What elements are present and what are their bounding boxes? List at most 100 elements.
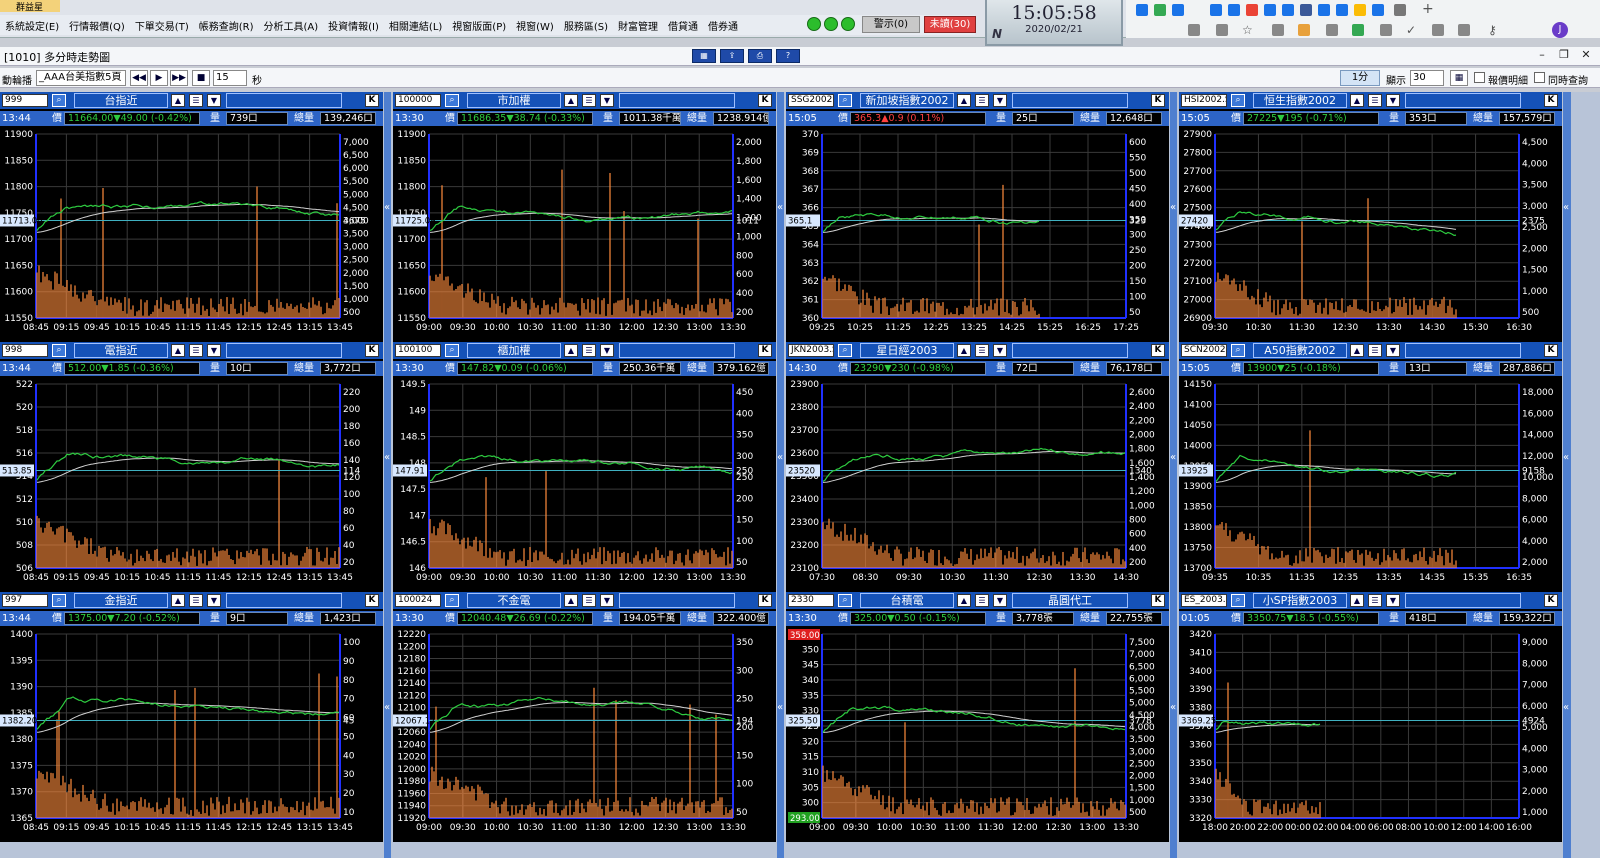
menu-item[interactable]: 財富管理 [613, 18, 663, 33]
up-icon[interactable]: ▲ [1350, 94, 1364, 107]
up-icon[interactable]: ▲ [564, 344, 578, 357]
ext-icon[interactable] [1354, 4, 1366, 16]
list-icon[interactable]: ☰ [189, 94, 203, 107]
collapse-left-icon[interactable]: « [384, 202, 390, 213]
collapse-left-icon[interactable]: « [1563, 452, 1569, 463]
symbol-code-select[interactable]: SCN2002.S [1181, 344, 1227, 357]
up-icon[interactable]: ▲ [564, 94, 578, 107]
symbol-code-select[interactable]: 997 [2, 594, 48, 607]
collapse-left-icon[interactable]: « [1170, 452, 1176, 463]
search-icon[interactable]: ⌕ [1231, 344, 1245, 357]
dropdown-icon[interactable]: ▼ [993, 594, 1007, 607]
list-icon[interactable]: ☰ [975, 94, 989, 107]
dropdown-icon[interactable]: ▼ [600, 594, 614, 607]
ext-icon[interactable] [1246, 4, 1258, 16]
next-icon[interactable]: ▶▶ [170, 70, 188, 86]
key-icon[interactable]: ⚷ [1488, 24, 1500, 36]
menu-item[interactable]: 視窗版面(P) [447, 18, 511, 33]
collapse-left-icon[interactable]: « [1563, 702, 1569, 713]
panel-splitter[interactable]: « « « [1563, 92, 1571, 858]
list-icon[interactable]: ☰ [975, 594, 989, 607]
collapse-left-icon[interactable]: « [777, 702, 783, 713]
close-icon[interactable]: ✕ [1576, 48, 1596, 63]
ext-icon[interactable] [1136, 4, 1148, 16]
list-icon[interactable]: ☰ [1368, 94, 1382, 107]
check-icon[interactable]: ✓ [1406, 24, 1418, 36]
panel-splitter[interactable]: « « « [777, 92, 784, 858]
up-icon[interactable]: ▲ [564, 594, 578, 607]
ext-icon[interactable] [1380, 24, 1392, 36]
collapse-left-icon[interactable]: « [1563, 202, 1569, 213]
ext-icon[interactable] [1228, 4, 1240, 16]
new-tab-icon[interactable]: + [1422, 2, 1434, 16]
dropdown-icon[interactable]: ▼ [1386, 94, 1400, 107]
search-icon[interactable]: ⌕ [838, 94, 852, 107]
ext-icon[interactable] [1298, 24, 1310, 36]
ext-icon[interactable] [1282, 4, 1294, 16]
ext-icon[interactable] [1352, 24, 1364, 36]
k-line-button[interactable]: K [758, 594, 772, 607]
menu-item[interactable]: 投資情報(I) [323, 18, 384, 33]
collapse-left-icon[interactable]: « [384, 702, 390, 713]
k-line-button[interactable]: K [758, 344, 772, 357]
up-icon[interactable]: ▲ [171, 94, 185, 107]
help-icon[interactable]: ? [776, 49, 800, 63]
profile-avatar[interactable]: J [1552, 22, 1568, 38]
stop-icon[interactable]: ■ [192, 70, 210, 86]
alerts-button[interactable]: 警示(0) [862, 16, 920, 33]
menu-item[interactable]: 視窗(W) [511, 18, 559, 33]
prev-icon[interactable]: ▶ [150, 70, 168, 86]
k-line-button[interactable]: K [1151, 344, 1165, 357]
k-line-button[interactable]: K [365, 594, 379, 607]
symbol-code-select[interactable]: 2330 [788, 594, 834, 607]
dropdown-icon[interactable]: ▼ [207, 344, 221, 357]
star-icon[interactable]: ☆ [1242, 24, 1254, 36]
search-icon[interactable]: ⌕ [838, 344, 852, 357]
up-icon[interactable]: ▲ [171, 594, 185, 607]
symbol-code-select[interactable]: JKN2003.S [788, 344, 834, 357]
collapse-left-icon[interactable]: « [384, 452, 390, 463]
dropdown-icon[interactable]: ▼ [1386, 594, 1400, 607]
collapse-left-icon[interactable]: « [1170, 702, 1176, 713]
group-select[interactable]: _AAA台美指數5頁 [36, 70, 126, 86]
restore-icon[interactable]: ❐ [1554, 48, 1574, 63]
list-icon[interactable]: ☰ [189, 594, 203, 607]
period-select[interactable]: 1分 [1340, 70, 1380, 86]
menu-item[interactable]: 行情報價(Q) [64, 18, 130, 33]
k-line-button[interactable]: K [1151, 94, 1165, 107]
dropdown-icon[interactable]: ▼ [1386, 344, 1400, 357]
interval-input[interactable]: 15 [213, 70, 247, 86]
first-icon[interactable]: ◀◀ [130, 70, 148, 86]
k-line-button[interactable]: K [1151, 594, 1165, 607]
search-icon[interactable]: ⌕ [52, 94, 66, 107]
symbol-code-select[interactable]: 100100 [395, 344, 441, 357]
dropdown-icon[interactable]: ▼ [207, 94, 221, 107]
menu-item[interactable]: 帳務查詢(R) [194, 18, 259, 33]
symbol-code-select[interactable]: HSI2002.S [1181, 94, 1227, 107]
ext-icon[interactable] [1394, 4, 1406, 16]
menu-item[interactable]: 相關連結(L) [384, 18, 447, 33]
k-line-button[interactable]: K [365, 344, 379, 357]
list-icon[interactable]: ☰ [975, 344, 989, 357]
k-line-button[interactable]: K [1544, 344, 1558, 357]
grid-icon[interactable]: ▦ [1450, 70, 1468, 86]
search-icon[interactable]: ⌕ [1231, 594, 1245, 607]
search-icon[interactable]: ⌕ [445, 344, 459, 357]
ext-icon[interactable] [1326, 24, 1338, 36]
print-icon[interactable]: ⎙ [748, 49, 772, 63]
symbol-code-select[interactable]: 999 [2, 94, 48, 107]
search-icon[interactable]: ⌕ [52, 594, 66, 607]
up-icon[interactable]: ▲ [957, 594, 971, 607]
list-icon[interactable]: ☰ [1368, 594, 1382, 607]
ext-icon[interactable] [1154, 4, 1166, 16]
symbol-code-select[interactable]: 100024 [395, 594, 441, 607]
cast-icon[interactable] [1272, 24, 1284, 36]
sync-checkbox[interactable] [1534, 72, 1545, 83]
panel-splitter[interactable]: « « « [1170, 92, 1177, 858]
up-icon[interactable]: ▲ [1350, 344, 1364, 357]
symbol-code-select[interactable]: SSG2002.S [788, 94, 834, 107]
ext-icon[interactable] [1372, 4, 1384, 16]
zoom-icon[interactable] [1216, 24, 1228, 36]
search-icon[interactable]: ⌕ [52, 344, 66, 357]
list-icon[interactable]: ☰ [582, 594, 596, 607]
